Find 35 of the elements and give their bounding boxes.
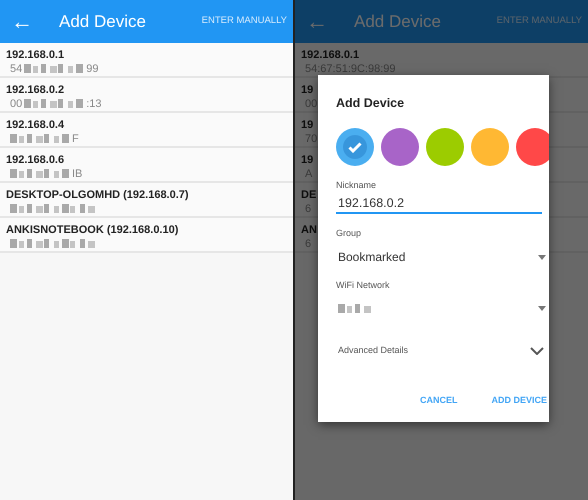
field-label: Nickname — [336, 180, 376, 191]
group-dropdown[interactable]: Bookmarked — [336, 246, 546, 270]
dropdown-arrow-icon — [538, 306, 546, 312]
mac-address: 00 — [10, 97, 22, 111]
dialog-title: Add Device — [336, 96, 404, 111]
field-label: WiFi Network — [336, 280, 390, 290]
dropdown-arrow-icon — [538, 255, 546, 260]
device-name: ANKISNOTEBOOK (192.168.0.10) — [6, 223, 178, 237]
device-name: 192.168.0.6 — [6, 153, 64, 167]
device-name: 192.168.0.1 — [301, 48, 360, 62]
screen-title: Add Device — [59, 10, 146, 33]
device-name: 192.168.0.4 — [6, 118, 64, 132]
field-label: Group — [336, 228, 362, 240]
device-name: 192.168.0.2 — [6, 83, 64, 97]
advanced-details-toggle[interactable]: Advanced Details — [336, 338, 544, 363]
device-name: DE — [301, 188, 316, 202]
color-swatch[interactable] — [336, 128, 374, 166]
check-icon — [343, 135, 367, 160]
mac-address: :13 — [86, 97, 102, 111]
device-name: 192.168.0.1 — [6, 48, 64, 62]
device-name: DESKTOP-OLGOMHD (192.168.0.7) — [6, 188, 189, 202]
mac-address: IB — [72, 167, 82, 181]
nickname-field[interactable]: 192.168.0.2 — [336, 196, 542, 214]
color-swatch[interactable] — [426, 128, 464, 166]
screen-title: Add Device — [354, 10, 441, 33]
color-swatch[interactable] — [471, 128, 509, 166]
device-name: 19 — [301, 153, 314, 167]
device-name: 19 — [301, 83, 314, 97]
device-name: 19 — [301, 118, 314, 132]
color-swatch[interactable] — [516, 128, 549, 166]
mac-address: F — [72, 132, 79, 146]
mac-address: 99 — [86, 62, 98, 76]
mac-address: 54 — [10, 62, 22, 76]
color-swatch[interactable] — [381, 128, 419, 166]
device-name: AN — [301, 223, 317, 237]
